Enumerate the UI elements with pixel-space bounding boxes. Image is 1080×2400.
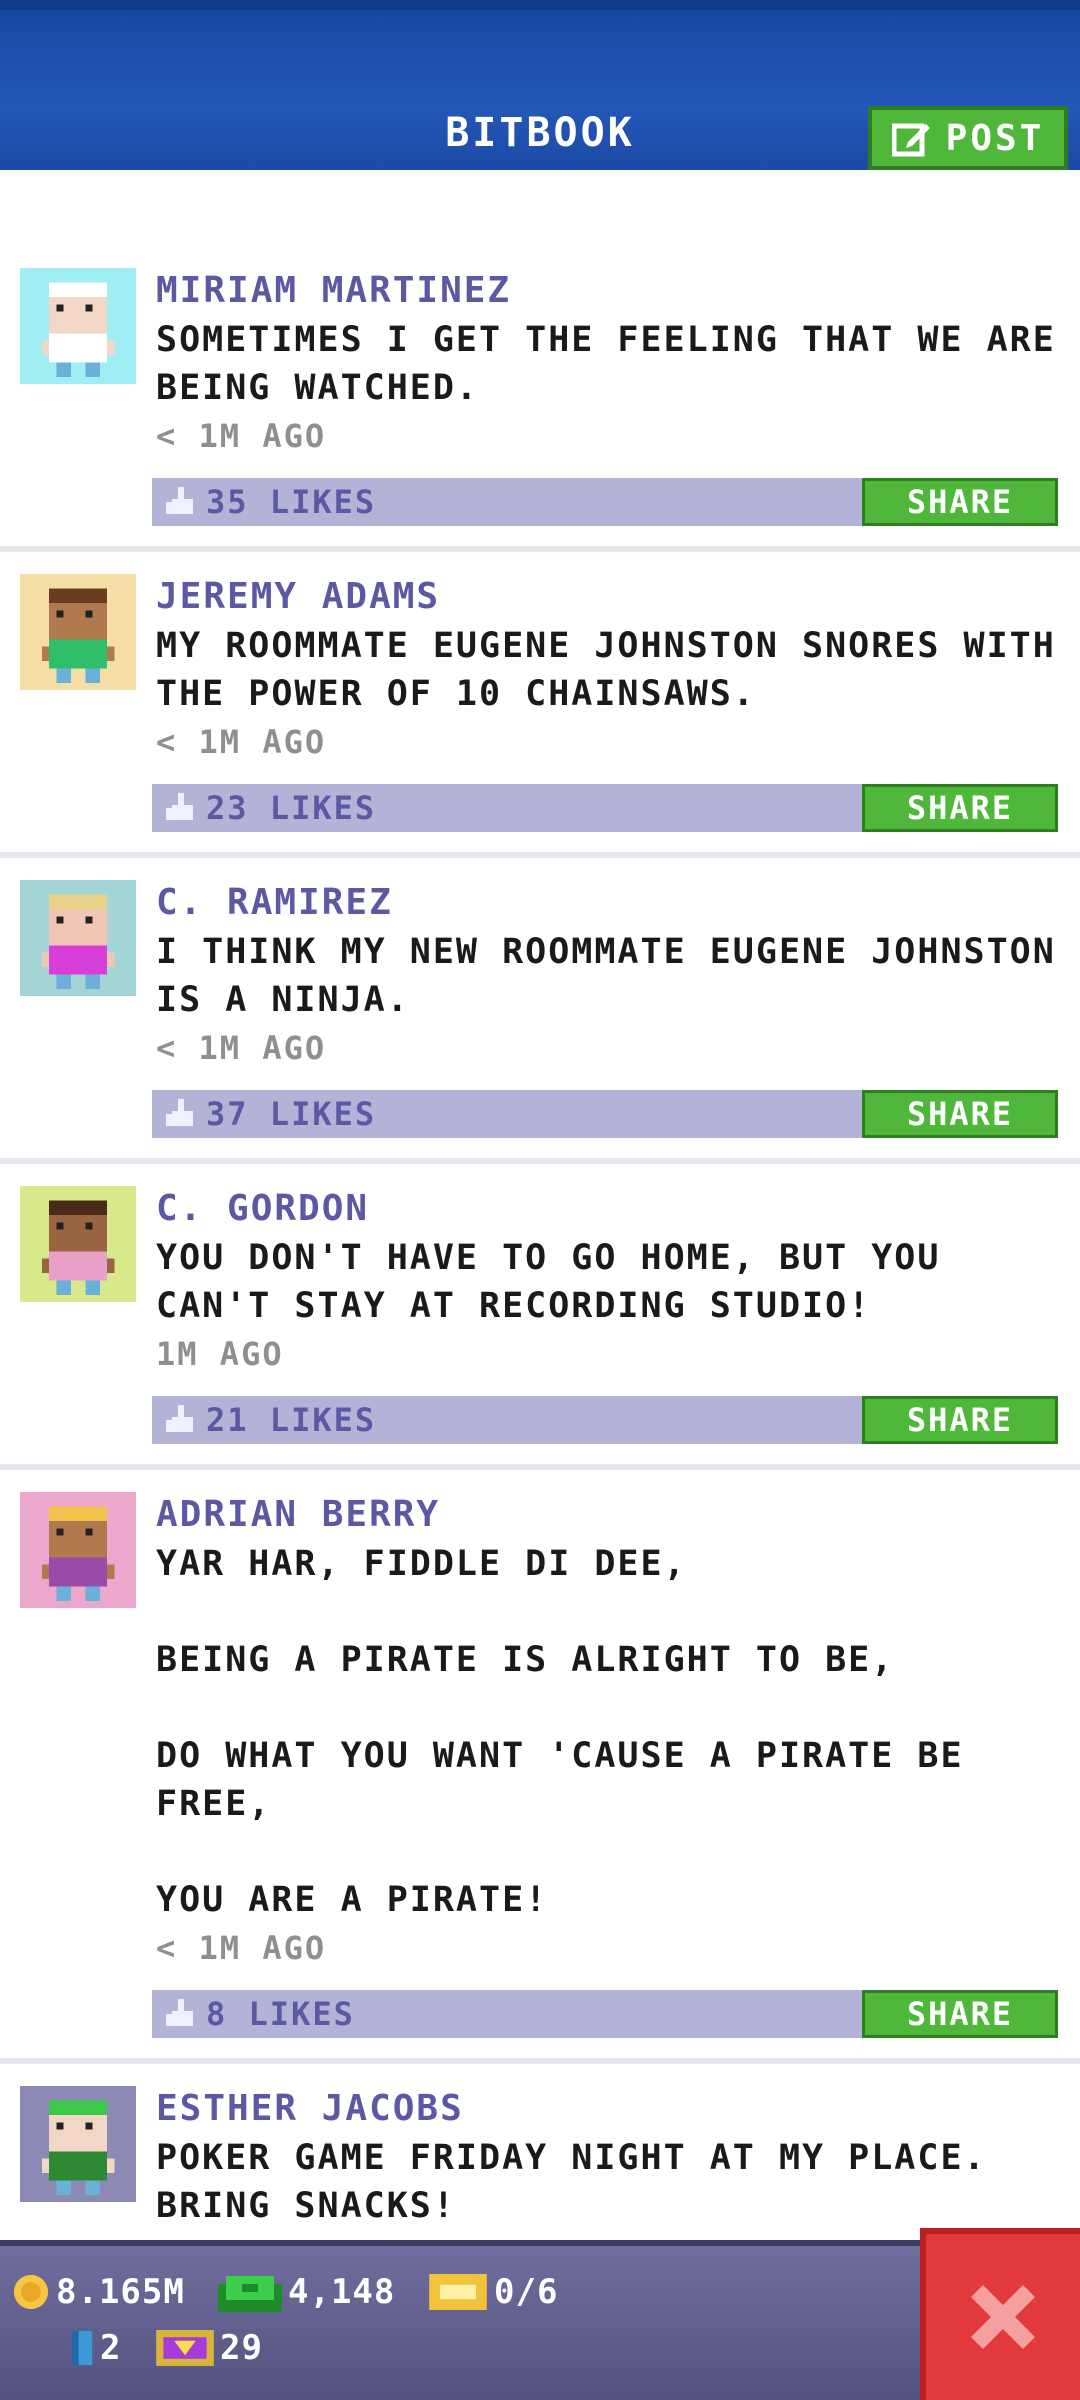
feed-post: JEREMY ADAMS MY ROOMMATE EUGENE JOHNSTON… [0,552,1080,858]
likes-bar: 21 LIKES SHARE [152,1396,1058,1444]
post-body: ESTHER JACOBS POKER GAME FRIDAY NIGHT AT… [156,2086,1058,2240]
post-timestamp: < 1M AGO [156,723,327,761]
post-timestamp: < 1M AGO [156,417,327,455]
thumbs-up-icon[interactable] [166,487,196,517]
share-button[interactable]: SHARE [862,784,1058,832]
share-button[interactable]: SHARE [862,1396,1058,1444]
post-button-label: POST [945,117,1045,159]
feed-post: C. RAMIREZ I THINK MY NEW ROOMMATE EUGEN… [0,858,1080,1164]
post-author[interactable]: C. RAMIREZ [156,880,1058,926]
likes-count: 37 LIKES [206,1095,377,1133]
avatar[interactable] [20,268,136,384]
likes-bar: 37 LIKES SHARE [152,1090,1058,1138]
golden-ticket-icon [156,2330,214,2366]
bux-stat: 4,148 [218,2272,395,2312]
bux-value: 4,148 [288,2272,396,2312]
avatar[interactable] [20,1492,136,1608]
gold-item-value: 29 [220,2328,263,2368]
thumbs-up-icon[interactable] [166,1405,196,1435]
post-author[interactable]: JEREMY ADAMS [156,574,1058,620]
coins-value: 8.165M [56,2272,185,2312]
feed-post: ADRIAN BERRY YAR HAR, FIDDLE DI DEE, BEI… [0,1470,1080,2064]
compose-icon [891,123,930,157]
share-button-label: SHARE [906,1995,1014,2033]
close-icon [971,2285,1035,2349]
post-author[interactable]: MIRIAM MARTINEZ [156,268,1058,314]
post-timestamp: < 1M AGO [156,1029,327,1067]
coin-icon [13,2274,49,2310]
post-message: MY ROOMMATE EUGENE JOHNSTON SNORES WITH … [156,626,1056,714]
avatar[interactable] [20,2086,136,2202]
tickets-value: 0/6 [494,2272,559,2312]
thumbs-up-icon[interactable] [166,1999,196,2029]
share-button-label: SHARE [906,1095,1014,1133]
share-button-label: SHARE [906,483,1014,521]
bitbook-screen: BITBOOK POST MIRIAM MARTINEZ SOMETIMES I… [0,0,1080,2400]
blue-item-value: 2 [100,2328,122,2368]
coins-stat: 8.165M [12,2272,185,2312]
post-timestamp: 1M AGO [156,1335,284,1373]
gold-item-stat: 29 [156,2328,263,2368]
post-body: JEREMY ADAMS MY ROOMMATE EUGENE JOHNSTON… [152,574,1058,832]
feed-post: MIRIAM MARTINEZ SOMETIMES I GET THE FEEL… [0,170,1080,552]
feed-post: C. GORDON YOU DON'T HAVE TO GO HOME, BUT… [0,1164,1080,1470]
share-button[interactable]: SHARE [862,478,1058,526]
post-body: MIRIAM MARTINEZ SOMETIMES I GET THE FEEL… [152,268,1058,526]
likes-count: 8 LIKES [206,1995,355,2033]
post-message: POKER GAME FRIDAY NIGHT AT MY PLACE. BRI… [156,2138,987,2226]
thumbs-up-icon[interactable] [166,1099,196,1129]
bux-icon [218,2276,282,2312]
likes-bar: 23 LIKES SHARE [152,784,1058,832]
thumbs-up-icon[interactable] [166,793,196,823]
feed-post: ESTHER JACOBS POKER GAME FRIDAY NIGHT AT… [0,2064,1080,2240]
post-body: C. GORDON YOU DON'T HAVE TO GO HOME, BUT… [152,1186,1058,1444]
likes-count: 23 LIKES [206,789,377,827]
post-body: ADRIAN BERRY YAR HAR, FIDDLE DI DEE, BEI… [152,1492,1058,2038]
post-author[interactable]: ESTHER JACOBS [156,2086,1058,2132]
close-button[interactable] [920,2228,1080,2400]
likes-count: 21 LIKES [206,1401,377,1439]
likes-bar: 35 LIKES SHARE [152,478,1058,526]
share-button[interactable]: SHARE [862,1090,1058,1138]
blue-item-icon [71,2331,93,2365]
blue-item-stat: 2 [70,2328,121,2368]
share-button-label: SHARE [906,789,1014,827]
feed-list[interactable]: MIRIAM MARTINEZ SOMETIMES I GET THE FEEL… [0,170,1080,2240]
likes-count: 35 LIKES [206,483,377,521]
tickets-stat: 0/6 [428,2272,558,2312]
currency-bar: 8.165M 4,148 0/6 2 29 [0,2228,1080,2400]
share-button-label: SHARE [906,1401,1014,1439]
post-button[interactable]: POST [868,106,1068,170]
ticket-icon [429,2274,487,2310]
post-message: SOMETIMES I GET THE FEELING THAT WE ARE … [156,320,1056,408]
post-message: YOU DON'T HAVE TO GO HOME, BUT YOU CAN'T… [156,1238,941,1326]
post-body: C. RAMIREZ I THINK MY NEW ROOMMATE EUGEN… [152,880,1058,1138]
post-message: I THINK MY NEW ROOMMATE EUGENE JOHNSTON … [156,932,1056,1020]
share-button[interactable]: SHARE [862,1990,1058,2038]
header-bar: BITBOOK POST [0,0,1080,170]
post-author[interactable]: C. GORDON [156,1186,1058,1232]
post-message: YAR HAR, FIDDLE DI DEE, BEING A PIRATE I… [156,1544,964,1920]
avatar[interactable] [20,880,136,996]
post-author[interactable]: ADRIAN BERRY [156,1492,1058,1538]
post-timestamp: < 1M AGO [156,1929,327,1967]
avatar[interactable] [20,574,136,690]
likes-bar: 8 LIKES SHARE [152,1990,1058,2038]
avatar[interactable] [20,1186,136,1302]
